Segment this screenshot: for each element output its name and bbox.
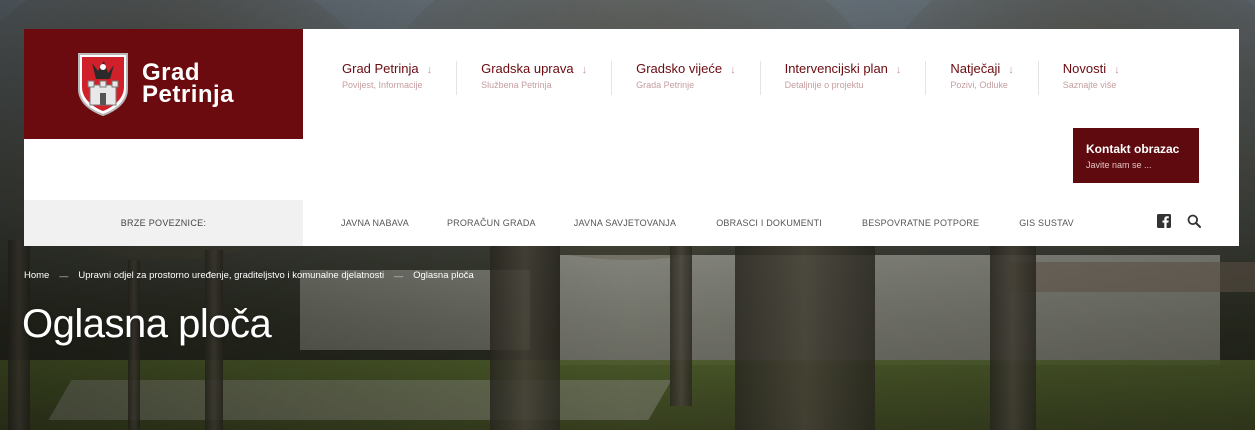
breadcrumb-separator: — — [394, 270, 404, 281]
nav-item-subtitle: Grada Petrinje — [636, 80, 695, 90]
nav-item-label: Gradska uprava — [481, 61, 574, 76]
arrow-down-icon: ↓ — [730, 64, 736, 76]
nav-item-title: Grad Petrinja ↓ — [342, 61, 432, 76]
site-name-line2: Petrinja — [142, 81, 235, 108]
arrow-down-icon: ↓ — [1008, 64, 1014, 76]
nav-item-title: Natječaji ↓ — [950, 61, 1013, 76]
nav-item-gradska-uprava[interactable]: Gradska uprava ↓ Službena Petrinja — [481, 61, 613, 95]
nav-item-label: Gradsko vijeće — [636, 61, 723, 76]
nav-item-subtitle: Službena Petrinja — [481, 80, 552, 90]
nav-item-label: Grad Petrinja — [342, 61, 419, 76]
nav-item-title: Gradska uprava ↓ — [481, 61, 587, 76]
quick-links-list: JAVNA NABAVA PRORAČUN GRADA JAVNA SAVJET… — [303, 218, 1074, 228]
breadcrumb: Home — Upravni odjel za prostorno uređen… — [24, 270, 474, 281]
breadcrumb-separator: — — [59, 270, 69, 281]
nav-item-title: Novosti ↓ — [1063, 61, 1120, 76]
arrow-down-icon: ↓ — [895, 64, 902, 76]
site-logo[interactable]: Grad Petrinja — [24, 29, 303, 139]
nav-item-subtitle: Detaljnije o projektu — [784, 80, 864, 90]
quick-link-bespovratne-potpore[interactable]: BESPOVRATNE POTPORE — [862, 218, 979, 228]
site-header: Grad Petrinja Grad Petrinja ↓ Povijest, I… — [24, 29, 1239, 200]
nav-item-subtitle: Saznajte više — [1062, 80, 1117, 90]
breadcrumb-home[interactable]: Home — [24, 270, 49, 281]
nav-item-novosti[interactable]: Novosti ↓ Saznajte više — [1063, 61, 1144, 95]
main-navigation: Grad Petrinja ↓ Povijest, Informacije Gra… — [342, 61, 1168, 95]
arrow-down-icon: ↓ — [426, 64, 433, 76]
arrow-down-icon: ↓ — [1114, 64, 1120, 76]
contact-form-button[interactable]: Kontakt obrazac Javite nam se ... — [1073, 128, 1199, 183]
contact-form-subtitle: Javite nam se ... — [1086, 160, 1152, 170]
quick-bar-icons — [1157, 214, 1201, 228]
quick-link-obrasci-i-dokumenti[interactable]: OBRASCI I DOKUMENTI — [716, 218, 822, 228]
contact-form-title: Kontakt obrazac — [1086, 142, 1180, 156]
nav-item-natjecaji[interactable]: Natječaji ↓ Pozivi, Odluke — [950, 61, 1039, 95]
quick-link-javna-savjetovanja[interactable]: JAVNA SAVJETOVANJA — [574, 218, 676, 228]
site-name: Grad Petrinja — [142, 61, 235, 108]
quick-link-javna-nabava[interactable]: JAVNA NABAVA — [341, 218, 409, 228]
page-title: Oglasna ploča — [22, 302, 272, 346]
arrow-down-icon: ↓ — [581, 64, 588, 76]
quick-links-label: BRZE POVEZNICE: — [24, 200, 303, 246]
coat-of-arms-icon — [78, 53, 128, 117]
breadcrumb-department[interactable]: Upravni odjel za prostorno uređenje, gra… — [78, 270, 384, 281]
nav-item-subtitle: Pozivi, Odluke — [950, 80, 1008, 90]
nav-item-title: Gradsko vijeće ↓ — [636, 61, 735, 76]
nav-item-title: Intervencijski plan ↓ — [785, 61, 902, 76]
nav-item-label: Natječaji — [950, 61, 1001, 76]
facebook-icon[interactable] — [1157, 214, 1171, 228]
nav-item-intervencijski-plan[interactable]: Intervencijski plan ↓ Detaljnije o projek… — [785, 61, 927, 95]
nav-item-grad-petrinja[interactable]: Grad Petrinja ↓ Povijest, Informacije — [342, 61, 458, 95]
quick-link-proracun-grada[interactable]: PRORAČUN GRADA — [447, 218, 536, 228]
nav-item-subtitle: Povijest, Informacije — [342, 80, 423, 90]
quick-link-gis-sustav[interactable]: GIS SUSTAV — [1019, 218, 1074, 228]
quick-links-bar: BRZE POVEZNICE: JAVNA NABAVA PRORAČUN GR… — [24, 200, 1239, 246]
nav-item-label: Novosti — [1062, 61, 1107, 76]
breadcrumb-current: Oglasna ploča — [413, 270, 474, 281]
search-icon[interactable] — [1187, 214, 1201, 228]
nav-item-label: Intervencijski plan — [784, 61, 888, 76]
nav-item-gradsko-vijece[interactable]: Gradsko vijeće ↓ Grada Petrinje — [636, 61, 761, 95]
